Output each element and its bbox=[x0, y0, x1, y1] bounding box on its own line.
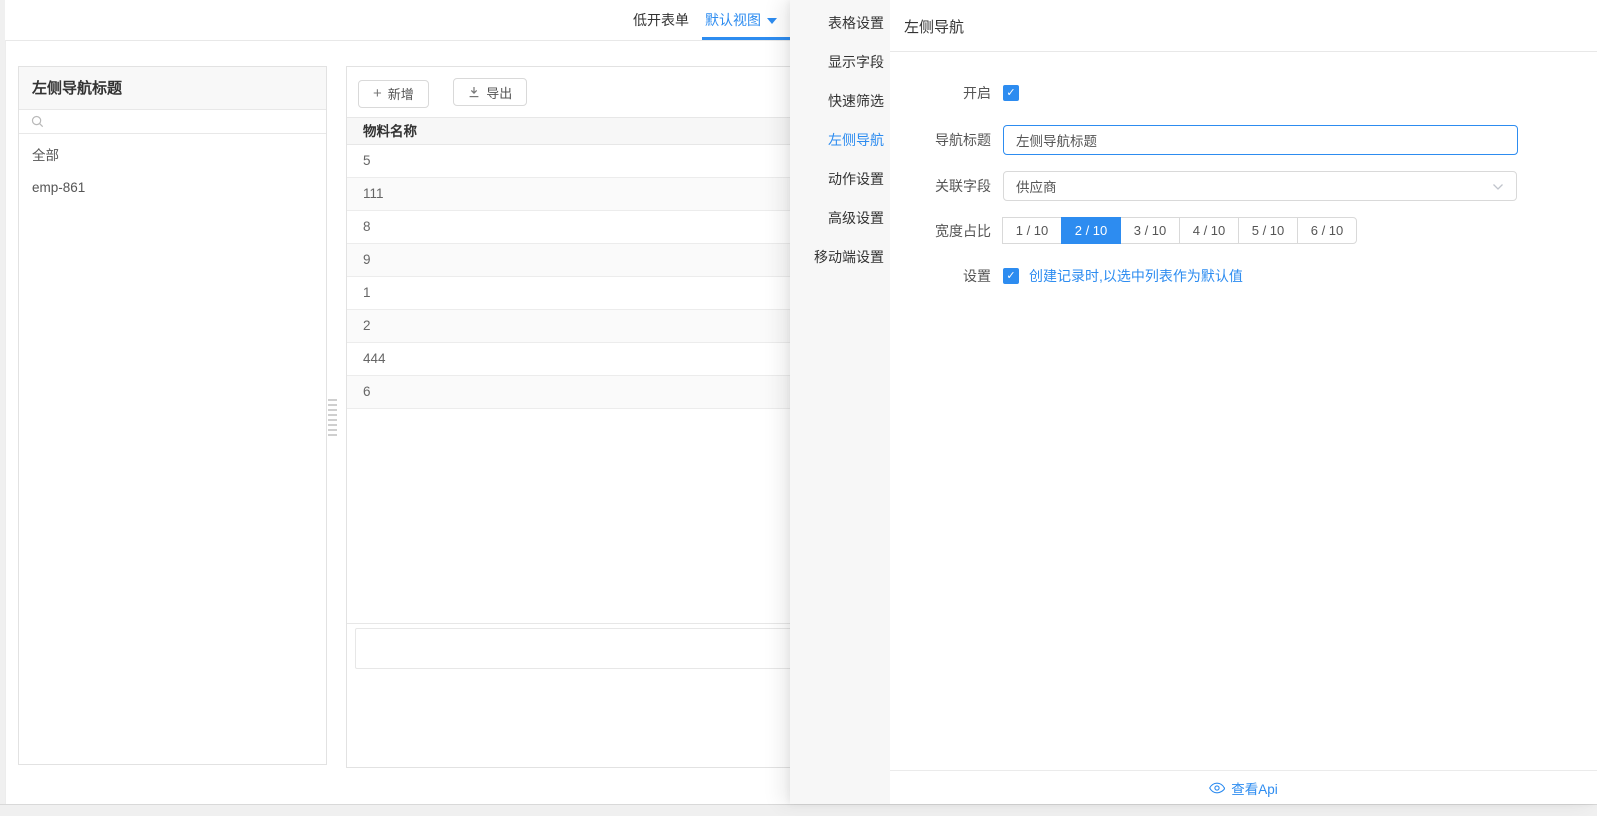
chevron-down-icon bbox=[767, 18, 777, 25]
bottom-strip bbox=[0, 804, 1597, 816]
tab-default-view[interactable]: 默认视图 bbox=[697, 0, 785, 40]
related-field-label: 关联字段 bbox=[935, 178, 991, 194]
width-ratio-option[interactable]: 6 / 10 bbox=[1297, 217, 1357, 244]
enable-row: 开启 ✓ bbox=[890, 83, 1597, 103]
default-value-checkbox[interactable]: ✓ bbox=[1003, 268, 1019, 284]
left-nav-list: 全部 emp-861 bbox=[19, 134, 326, 204]
left-nav-search[interactable] bbox=[19, 110, 326, 134]
download-icon bbox=[469, 87, 479, 98]
tab-form-label: 低开表单 bbox=[633, 12, 689, 28]
plus-icon: + bbox=[373, 85, 382, 102]
settings-label: 设置 bbox=[963, 268, 991, 284]
width-ratio-row: 宽度占比 1 / 10 2 / 10 3 / 10 4 / 10 5 / 10 6 / 1… bbox=[890, 217, 1597, 244]
eye-icon bbox=[1209, 782, 1226, 793]
tab-default-view-label: 默认视图 bbox=[705, 12, 761, 28]
default-value-option-label[interactable]: 创建记录时,以选中列表作为默认值 bbox=[1029, 266, 1243, 286]
settings-nav-item[interactable]: 动作设置 bbox=[790, 160, 890, 199]
search-input[interactable] bbox=[50, 111, 326, 132]
column-header-material-name: 物料名称 bbox=[363, 124, 417, 139]
view-tabs: 低开表单 默认视图 bbox=[625, 0, 785, 40]
enable-checkbox[interactable]: ✓ bbox=[1003, 85, 1019, 101]
enable-label: 开启 bbox=[963, 85, 991, 101]
nav-title-label: 导航标题 bbox=[935, 132, 991, 148]
settings-nav-item[interactable]: 表格设置 bbox=[790, 4, 890, 43]
chevron-down-icon bbox=[1493, 184, 1503, 190]
width-ratio-option[interactable]: 2 / 10 bbox=[1061, 217, 1121, 244]
left-nav-item[interactable]: 全部 bbox=[19, 140, 326, 172]
left-nav-panel: 左侧导航标题 全部 emp-861 bbox=[18, 66, 327, 765]
settings-nav-item[interactable]: 左侧导航 bbox=[790, 121, 890, 160]
view-api-label: 查看Api bbox=[1231, 781, 1278, 797]
width-ratio-options: 1 / 10 2 / 10 3 / 10 4 / 10 5 / 10 6 / 10 bbox=[1002, 217, 1357, 244]
left-nav-settings-form: 开启 ✓ 导航标题 关联字段 供应商 宽度占比 bbox=[890, 52, 1597, 286]
settings-nav: 表格设置 显示字段 快速筛选 左侧导航 动作设置 高级设置 移动端设置 bbox=[790, 0, 890, 804]
settings-content: 左侧导航 开启 ✓ 导航标题 关联字段 供应商 宽度占比 bbox=[890, 0, 1597, 804]
width-ratio-option[interactable]: 3 / 10 bbox=[1120, 217, 1180, 244]
nav-title-input[interactable] bbox=[1003, 125, 1518, 155]
panel-resize-handle[interactable] bbox=[328, 399, 337, 436]
related-field-select[interactable]: 供应商 bbox=[1003, 171, 1517, 201]
settings-panel-title: 左侧导航 bbox=[890, 0, 1597, 52]
tab-form[interactable]: 低开表单 bbox=[625, 0, 697, 40]
add-button-label: 新增 bbox=[387, 87, 414, 102]
width-ratio-option[interactable]: 1 / 10 bbox=[1002, 217, 1062, 244]
drawer-footer: 查看Api bbox=[890, 770, 1597, 804]
width-ratio-option[interactable]: 4 / 10 bbox=[1179, 217, 1239, 244]
settings-drawer: 表格设置 显示字段 快速筛选 左侧导航 动作设置 高级设置 移动端设置 左侧导航 开启 ✓ … bbox=[790, 0, 1597, 804]
settings-option-row: 设置 ✓ 创建记录时,以选中列表作为默认值 bbox=[890, 266, 1597, 286]
add-button[interactable]: + 新增 bbox=[358, 79, 429, 108]
related-field-row: 关联字段 供应商 bbox=[890, 171, 1597, 201]
width-ratio-option[interactable]: 5 / 10 bbox=[1238, 217, 1298, 244]
export-button[interactable]: 导出 bbox=[453, 78, 528, 106]
settings-nav-item[interactable]: 移动端设置 bbox=[790, 238, 890, 277]
settings-nav-item[interactable]: 显示字段 bbox=[790, 43, 890, 82]
settings-nav-item[interactable]: 高级设置 bbox=[790, 199, 890, 238]
width-ratio-label: 宽度占比 bbox=[935, 222, 991, 239]
export-button-label: 导出 bbox=[486, 85, 513, 101]
related-field-value: 供应商 bbox=[1016, 180, 1057, 195]
view-api-link[interactable]: 查看Api bbox=[1209, 778, 1278, 798]
settings-nav-item[interactable]: 快速筛选 bbox=[790, 82, 890, 121]
left-nav-item[interactable]: emp-861 bbox=[19, 172, 326, 204]
left-nav-title: 左侧导航标题 bbox=[19, 67, 326, 110]
search-icon bbox=[31, 115, 44, 128]
nav-title-row: 导航标题 bbox=[890, 125, 1597, 155]
